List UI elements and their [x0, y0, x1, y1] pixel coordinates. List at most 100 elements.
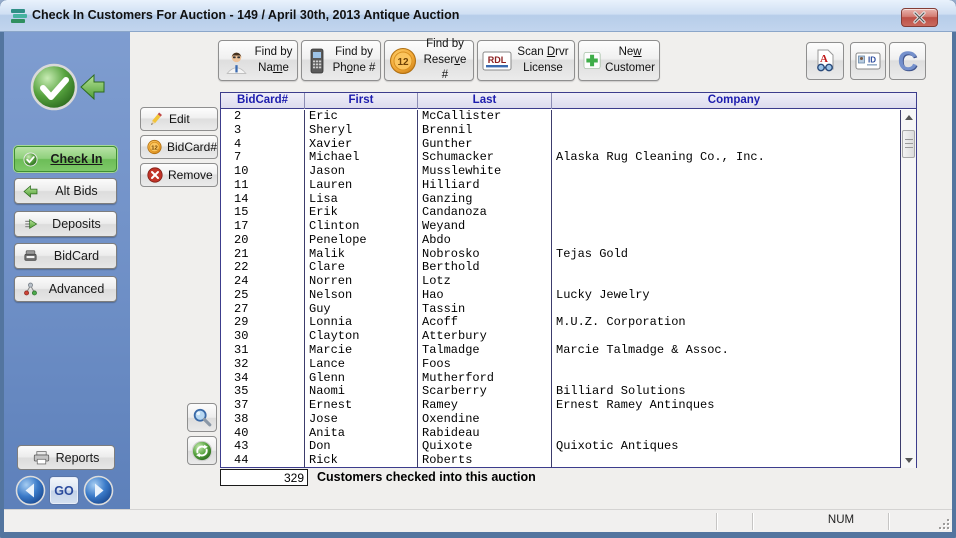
statusbar-divider — [752, 513, 753, 530]
table-row[interactable]: 43DonQuixoteQuixotic Antiques — [221, 440, 900, 454]
table-row[interactable]: 3SherylBrennil — [221, 124, 900, 138]
table-row[interactable]: 40AnitaRabideau — [221, 427, 900, 441]
table-row[interactable]: 2EricMcCallister — [221, 110, 900, 124]
cell-first: Guy — [305, 303, 418, 317]
cell-bidcard: 17 — [221, 220, 305, 234]
table-row[interactable]: 32LanceFoos — [221, 358, 900, 372]
table-row[interactable]: 27GuyTassin — [221, 303, 900, 317]
cell-bidcard: 43 — [221, 440, 305, 454]
sidebar-item-alt-bids[interactable]: Alt Bids — [14, 178, 117, 204]
cell-last: Rabideau — [418, 427, 552, 441]
column-header-bidcard[interactable]: BidCard# — [221, 93, 305, 109]
table-row[interactable]: 38JoseOxendine — [221, 413, 900, 427]
column-header-company[interactable]: Company — [552, 93, 916, 109]
cell-last: Ramey — [418, 399, 552, 413]
cell-bidcard: 15 — [221, 206, 305, 220]
cell-last: Musslewhite — [418, 165, 552, 179]
table-row[interactable]: 44RickRoberts — [221, 454, 900, 468]
table-row[interactable]: 30ClaytonAtterbury — [221, 330, 900, 344]
table-row[interactable]: 34GlennMutherford — [221, 372, 900, 386]
reports-button[interactable]: Reports — [17, 445, 115, 470]
table-row[interactable]: 21MalikNobroskoTejas Gold — [221, 248, 900, 262]
scan-license-button[interactable]: RDL Scan Drvr License — [477, 40, 575, 81]
cell-bidcard: 44 — [221, 454, 305, 468]
previous-button[interactable] — [15, 475, 46, 506]
svg-text:ID: ID — [868, 56, 876, 65]
next-button[interactable] — [83, 475, 114, 506]
check-in-hero-icon — [30, 63, 78, 111]
cell-last: Scarberry — [418, 385, 552, 399]
cell-bidcard: 30 — [221, 330, 305, 344]
scroll-up-button[interactable] — [901, 110, 917, 125]
table-row[interactable]: 20PenelopeAbdo — [221, 234, 900, 248]
find-by-phone-button[interactable]: Find by Phone # — [301, 40, 381, 81]
scrollbar-thumb[interactable] — [902, 130, 915, 158]
scroll-down-button[interactable] — [901, 453, 917, 468]
cell-bidcard: 2 — [221, 110, 305, 124]
table-row[interactable]: 14LisaGanzing — [221, 193, 900, 207]
cell-bidcard: 22 — [221, 261, 305, 275]
find-text-button[interactable]: A — [806, 42, 844, 80]
card-printer-icon — [23, 249, 38, 263]
table-row[interactable]: 25NelsonHaoLucky Jewelry — [221, 289, 900, 303]
sidebar: Check In Alt Bids Deposits — [4, 32, 130, 509]
table-row[interactable]: 35NaomiScarberryBilliard Solutions — [221, 385, 900, 399]
column-header-first[interactable]: First — [305, 93, 418, 109]
cell-bidcard: 32 — [221, 358, 305, 372]
cell-first: Michael — [305, 151, 418, 165]
table-row[interactable]: 31MarcieTalmadgeMarcie Talmadge & Assoc. — [221, 344, 900, 358]
vertical-scrollbar[interactable] — [900, 110, 916, 468]
app-window: Check In Customers For Auction - 149 / A… — [0, 0, 956, 538]
remove-button[interactable]: Remove — [140, 163, 218, 187]
resize-grip[interactable] — [937, 517, 949, 529]
cell-first: Lance — [305, 358, 418, 372]
cell-first: Don — [305, 440, 418, 454]
triangle-up-icon — [905, 115, 913, 120]
table-row[interactable]: 17ClintonWeyand — [221, 220, 900, 234]
cell-first: Erik — [305, 206, 418, 220]
sidebar-item-bidcard[interactable]: BidCard — [14, 243, 117, 269]
table-row[interactable]: 22ClareBerthold — [221, 261, 900, 275]
table-row[interactable]: 37ErnestRameyErnest Ramey Antinques — [221, 399, 900, 413]
statusbar-divider — [888, 513, 889, 530]
edit-label: Edit — [169, 112, 190, 126]
cell-bidcard: 21 — [221, 248, 305, 262]
cell-last: Brennil — [418, 124, 552, 138]
sidebar-item-check-in[interactable]: Check In — [14, 146, 117, 172]
edit-button[interactable]: Edit — [140, 107, 218, 131]
cell-first: Naomi — [305, 385, 418, 399]
table-row[interactable]: 4XavierGunther — [221, 138, 900, 152]
c-module-button[interactable]: C — [889, 42, 926, 80]
cell-first: Clinton — [305, 220, 418, 234]
cell-company — [552, 454, 900, 468]
id-card-icon: ID — [855, 51, 881, 71]
badge-12-icon: 12 — [147, 139, 162, 155]
refresh-button[interactable] — [187, 436, 217, 465]
find-by-name-button[interactable]: Find by Name — [218, 40, 298, 81]
column-header-last[interactable]: Last — [418, 93, 552, 109]
cell-company — [552, 358, 900, 372]
table-row[interactable]: 15ErikCandanoza — [221, 206, 900, 220]
new-customer-button[interactable]: New Customer — [578, 40, 660, 81]
photo-id-button[interactable]: ID — [850, 42, 886, 80]
sidebar-item-deposits[interactable]: Deposits — [14, 211, 117, 237]
bidcard-number-button[interactable]: 12 BidCard# — [140, 135, 218, 159]
find-by-reserve-button[interactable]: 12 Find by Reserve # — [384, 40, 474, 81]
sidebar-item-label: BidCard — [45, 249, 116, 263]
cell-company — [552, 193, 900, 207]
go-button[interactable]: GO — [49, 476, 79, 505]
table-row[interactable]: 29LonniaAcoffM.U.Z. Corporation — [221, 316, 900, 330]
cell-company: Quixotic Antiques — [552, 440, 900, 454]
cell-bidcard: 24 — [221, 275, 305, 289]
cell-company — [552, 372, 900, 386]
close-button[interactable] — [901, 8, 938, 27]
sidebar-item-advanced[interactable]: Advanced — [14, 276, 117, 302]
table-row[interactable]: 11LaurenHilliard — [221, 179, 900, 193]
search-grid-button[interactable] — [187, 403, 217, 432]
table-row[interactable]: 7MichaelSchumackerAlaska Rug Cleaning Co… — [221, 151, 900, 165]
triangle-down-icon — [905, 458, 913, 463]
cell-last: Mutherford — [418, 372, 552, 386]
app-icon — [9, 6, 29, 26]
table-row[interactable]: 10JasonMusslewhite — [221, 165, 900, 179]
table-row[interactable]: 24NorrenLotz — [221, 275, 900, 289]
